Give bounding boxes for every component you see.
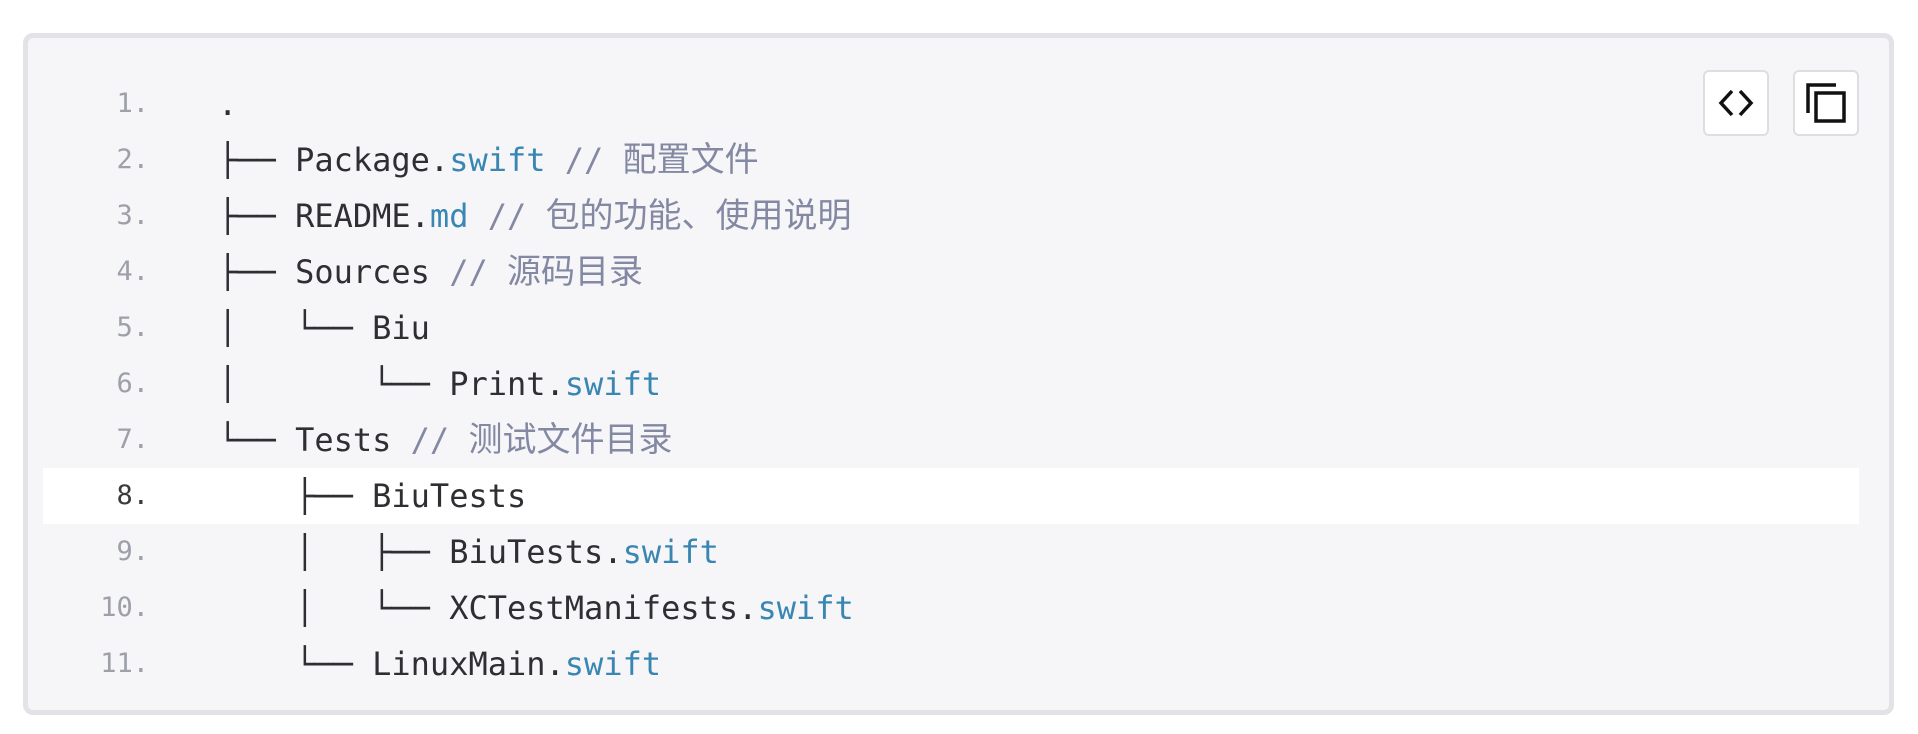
line-number: 3. bbox=[116, 200, 149, 231]
line-number: 10. bbox=[100, 592, 149, 623]
line-content: └── Tests // 测试文件目录 bbox=[218, 412, 672, 468]
file-name: Sources bbox=[295, 253, 430, 291]
tree-glyph: └── bbox=[218, 421, 296, 459]
file-name: BiuTests bbox=[372, 477, 527, 515]
code-line: 4. ├── Sources // 源码目录 bbox=[28, 244, 1889, 300]
line-content: ├── Sources // 源码目录 bbox=[218, 244, 643, 300]
file-name: README. bbox=[295, 197, 430, 235]
file-extension: swift bbox=[564, 365, 662, 403]
tree-glyph: ├── bbox=[218, 197, 296, 235]
file-extension: swift bbox=[564, 645, 662, 683]
code-line: 1.. bbox=[28, 76, 1889, 132]
code-line: 6. │ └── Print.swift bbox=[28, 356, 1889, 412]
code-line: 8. ├── BiuTests bbox=[43, 468, 1859, 524]
tree-glyph: │ └── bbox=[218, 589, 450, 627]
line-number: 6. bbox=[116, 368, 149, 399]
file-name: Tests bbox=[295, 421, 392, 459]
code-line: 9. │ ├── BiuTests.swift bbox=[28, 524, 1889, 580]
line-number: 4. bbox=[116, 256, 149, 287]
file-name: XCTestManifests. bbox=[449, 589, 758, 627]
code-line: 10. │ └── XCTestManifests.swift bbox=[28, 580, 1889, 636]
code-line: 5. │ └── Biu bbox=[28, 300, 1889, 356]
line-content: │ └── Print.swift bbox=[218, 356, 661, 412]
file-extension: swift bbox=[449, 141, 546, 179]
file-extension: md bbox=[429, 197, 469, 235]
line-content: │ ├── BiuTests.swift bbox=[218, 524, 719, 580]
code-comment: // 测试文件目录 bbox=[391, 420, 673, 460]
line-content: │ └── XCTestManifests.swift bbox=[218, 580, 854, 636]
line-number: 1. bbox=[116, 88, 149, 119]
file-name: Package. bbox=[295, 141, 450, 179]
code-comment: // 包的功能、使用说明 bbox=[468, 196, 852, 236]
line-content: ├── README.md // 包的功能、使用说明 bbox=[218, 188, 852, 244]
code-comment: // 配置文件 bbox=[545, 140, 759, 180]
tree-glyph: └── bbox=[218, 645, 373, 683]
tree-glyph: ├── bbox=[218, 477, 373, 515]
code-line: 11. └── LinuxMain.swift bbox=[28, 636, 1889, 692]
file-name: Print. bbox=[449, 365, 565, 403]
tree-glyph: . bbox=[218, 85, 238, 123]
file-extension: swift bbox=[757, 589, 854, 627]
line-content: └── LinuxMain.swift bbox=[218, 636, 661, 692]
line-number: 2. bbox=[116, 144, 149, 175]
tree-glyph: │ └── bbox=[218, 309, 373, 347]
code-line: 2. ├── Package.swift // 配置文件 bbox=[28, 132, 1889, 188]
file-extension: swift bbox=[622, 533, 719, 571]
code-line: 3. ├── README.md // 包的功能、使用说明 bbox=[28, 188, 1889, 244]
line-number: 11. bbox=[100, 648, 149, 679]
file-name: Biu bbox=[372, 309, 430, 347]
code-lines: 1.. 2. ├── Package.swift // 配置文件 3. ├── READ… bbox=[28, 76, 1889, 692]
line-content: ├── BiuTests bbox=[218, 468, 526, 524]
code-line: 7. └── Tests // 测试文件目录 bbox=[28, 412, 1889, 468]
file-name: LinuxMain. bbox=[372, 645, 565, 683]
tree-glyph: ├── bbox=[218, 141, 296, 179]
code-block: 1.. 2. ├── Package.swift // 配置文件 3. ├── READ… bbox=[23, 33, 1894, 715]
file-name: BiuTests. bbox=[449, 533, 623, 571]
tree-glyph: ├── bbox=[218, 253, 296, 291]
line-content: ├── Package.swift // 配置文件 bbox=[218, 132, 759, 188]
line-number: 9. bbox=[116, 536, 149, 567]
code-comment: // 源码目录 bbox=[429, 252, 643, 292]
line-content: . bbox=[218, 76, 237, 132]
line-content: │ └── Biu bbox=[218, 300, 430, 356]
line-number: 8. bbox=[116, 480, 149, 511]
line-number: 7. bbox=[116, 424, 149, 455]
tree-glyph: │ └── bbox=[218, 365, 450, 403]
line-number: 5. bbox=[116, 312, 149, 343]
tree-glyph: │ ├── bbox=[218, 533, 450, 571]
